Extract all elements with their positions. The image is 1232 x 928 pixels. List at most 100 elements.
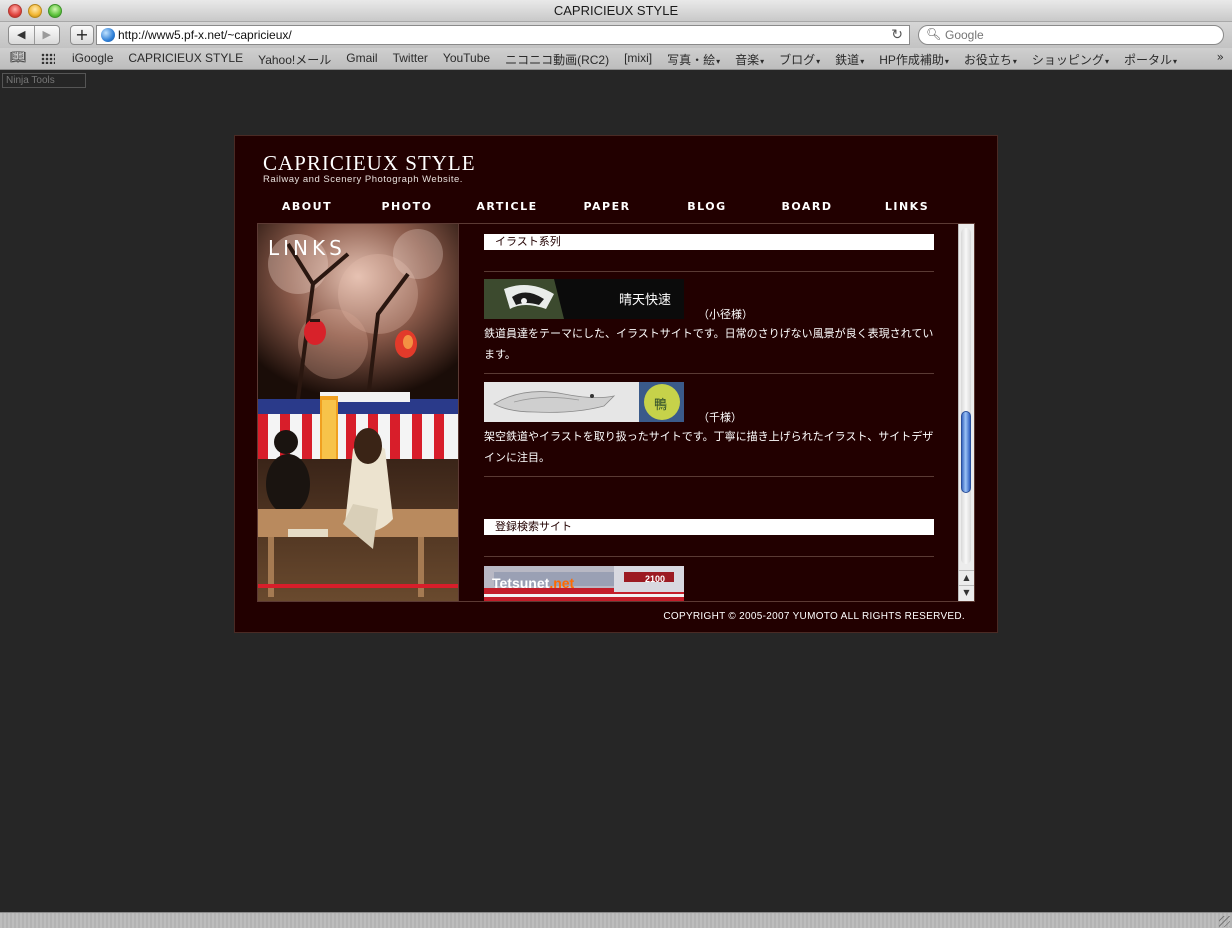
search-field[interactable]: 🔍︎ [918, 25, 1224, 45]
bookmark-item[interactable]: [mixi] [624, 51, 652, 68]
banner-text: Tetsunet.net [492, 575, 575, 591]
bookmark-label: Yahoo!メール [258, 53, 332, 67]
resize-grip-icon[interactable] [1219, 916, 1230, 927]
bookmark-item[interactable]: YouTube [443, 51, 490, 68]
dropdown-arrow-icon: ▾ [716, 57, 721, 66]
site-subtitle: Railway and Scenery Photograph Website. [263, 174, 463, 185]
scroll-down-arrow-icon[interactable]: ▼ [959, 585, 974, 598]
bookmark-label: iGoogle [72, 51, 114, 65]
bookmark-item[interactable]: Yahoo!メール [258, 51, 331, 68]
banner-text: 鴨 [654, 397, 668, 412]
scroll-up-arrow-icon[interactable]: ▲ [959, 570, 974, 583]
dropdown-arrow-icon: ▾ [760, 57, 765, 66]
link-owner-2: （千様） [698, 412, 742, 424]
bookmark-item[interactable]: ポータル▾ [1124, 51, 1177, 68]
bookmark-item[interactable]: ブログ▾ [779, 51, 820, 68]
bookmark-label: ニコニコ動画(RC2) [505, 53, 610, 67]
nav-article[interactable]: ARTICLE [457, 200, 557, 213]
bookmarks-more-chevron-icon[interactable]: » [1217, 50, 1224, 64]
link-banner-tetsunet[interactable]: Tetsunet.net 2100 [484, 566, 684, 601]
site-globe-icon [101, 28, 115, 42]
section-header-search-sites: 登録検索サイト [484, 519, 934, 535]
divider [484, 373, 934, 374]
site-container: CAPRICIEUX STYLE Railway and Scenery Pho… [234, 135, 998, 633]
links-scroll-area[interactable]: イラスト系列 晴天快速 （小径様） 鉄道員達をテーマにした、イラストサイトです。… [484, 224, 936, 601]
bookmark-label: 鉄道 [835, 53, 860, 67]
nav-paper[interactable]: PAPER [557, 200, 657, 213]
add-bookmark-button[interactable]: + [70, 25, 94, 45]
bookmark-item[interactable]: お役立ち▾ [964, 51, 1017, 68]
bookmark-label: ポータル [1123, 53, 1172, 67]
search-icon: 🔍︎ [926, 27, 942, 41]
link-description-1: 鉄道員達をテーマにした、イラストサイトです。日常のさりげない風景が良く表現されて… [484, 328, 934, 361]
bookmark-list: iGoogle CAPRICIEUX STYLE Yahoo!メール Gmail Twi… [72, 51, 1177, 68]
bookmark-label: ブログ [779, 53, 816, 67]
browser-toolbar: ◀ ▶ + http://www5.pf-x.net/~capricieux/ … [0, 22, 1232, 48]
reload-icon[interactable]: ↻ [891, 26, 903, 44]
nav-blog[interactable]: BLOG [657, 200, 757, 213]
nav-board[interactable]: BOARD [757, 200, 857, 213]
dropdown-arrow-icon: ▾ [944, 57, 949, 66]
site-nav: ABOUT PHOTO ARTICLE PAPER BLOG BOARD LIN… [257, 200, 957, 213]
copyright: COPYRIGHT © 2005-2007 YUMOTO ALL RIGHTS … [663, 611, 965, 622]
bookmark-item[interactable]: iGoogle [72, 51, 113, 68]
link-banner-kamo[interactable]: 鴨 [484, 382, 684, 422]
link-description-2: 架空鉄道やイラストを取り扱ったサイトです。丁寧に描き上げられたイラスト、サイトデ… [484, 431, 934, 464]
bookmark-label: 音楽 [735, 53, 760, 67]
dropdown-arrow-icon: ▾ [816, 57, 821, 66]
divider [484, 556, 934, 557]
bookmark-label: [mixi] [624, 51, 653, 65]
dropdown-arrow-icon: ▾ [1172, 57, 1177, 66]
bookmark-label: Gmail [346, 51, 378, 65]
search-input[interactable] [945, 27, 1215, 43]
nav-about[interactable]: ABOUT [257, 200, 357, 213]
section-header-illustration: イラスト系列 [484, 234, 934, 250]
bookmark-label: お役立ち [963, 53, 1012, 67]
bookmark-item[interactable]: 写真・絵▾ [667, 51, 720, 68]
reading-list-book-icon[interactable]: 📖︎ [10, 50, 27, 65]
bookmark-label: ショッピング [1031, 53, 1104, 67]
back-button[interactable]: ◀ [9, 26, 35, 44]
forward-button[interactable]: ▶ [35, 26, 60, 44]
bookmark-item[interactable]: HP作成補助▾ [879, 51, 949, 68]
bookmark-label: Twitter [392, 51, 428, 65]
nav-photo[interactable]: PHOTO [357, 200, 457, 213]
festival-photo-graphic [258, 224, 458, 601]
window-bottom-bar [0, 912, 1232, 928]
link-owner-1: （小径様） [698, 309, 753, 321]
link-banner-seiten-kaisoku[interactable]: 晴天快速 [484, 279, 684, 319]
bookmark-item[interactable]: Gmail [346, 51, 377, 68]
bookmark-item[interactable]: ニコニコ動画(RC2) [505, 51, 609, 68]
content-scrollbar[interactable]: ▲ ▼ [958, 224, 974, 601]
bookmarks-bar: 📖︎ iGoogle CAPRICIEUX STYLE Yahoo!メール Gmail… [0, 48, 1232, 70]
bookmark-item[interactable]: 音楽▾ [735, 51, 764, 68]
bookmark-item[interactable]: ショッピング▾ [1032, 51, 1109, 68]
bookmark-label: YouTube [442, 51, 491, 65]
night-festival-photo: LINKS [258, 224, 459, 601]
window-titlebar: CAPRICIEUX STYLE [0, 0, 1232, 22]
page-label: LINKS [268, 236, 346, 260]
bookmark-item[interactable]: 鉄道▾ [835, 51, 864, 68]
url-text[interactable]: http://www5.pf-x.net/~capricieux/ [118, 28, 292, 42]
address-bar[interactable]: http://www5.pf-x.net/~capricieux/ ↻ [96, 25, 910, 45]
history-nav: ◀ ▶ [8, 25, 60, 45]
bookmark-item[interactable]: Twitter [393, 51, 428, 68]
banner-text: 晴天快速 [619, 292, 672, 307]
bookmark-label: 写真・絵 [667, 53, 716, 67]
dropdown-arrow-icon: ▾ [1012, 57, 1017, 66]
divider [484, 476, 934, 477]
ninja-tools-badge[interactable]: Ninja Tools [2, 73, 86, 88]
dropdown-arrow-icon: ▾ [1104, 57, 1109, 66]
scroll-thumb[interactable] [961, 410, 971, 493]
bookmark-label: CAPRICIEUX STYLE [128, 51, 244, 65]
train-number: 2100 [645, 574, 666, 584]
divider [484, 271, 934, 272]
top-sites-grid-icon[interactable] [41, 53, 55, 64]
dropdown-arrow-icon: ▾ [860, 57, 865, 66]
bookmark-item[interactable]: CAPRICIEUX STYLE [128, 51, 243, 68]
window-title: CAPRICIEUX STYLE [553, 3, 679, 18]
site-title[interactable]: CAPRICIEUX STYLE [263, 151, 476, 176]
scroll-track[interactable] [961, 228, 971, 564]
bookmark-label: HP作成補助 [879, 53, 944, 67]
nav-links[interactable]: LINKS [857, 200, 957, 213]
